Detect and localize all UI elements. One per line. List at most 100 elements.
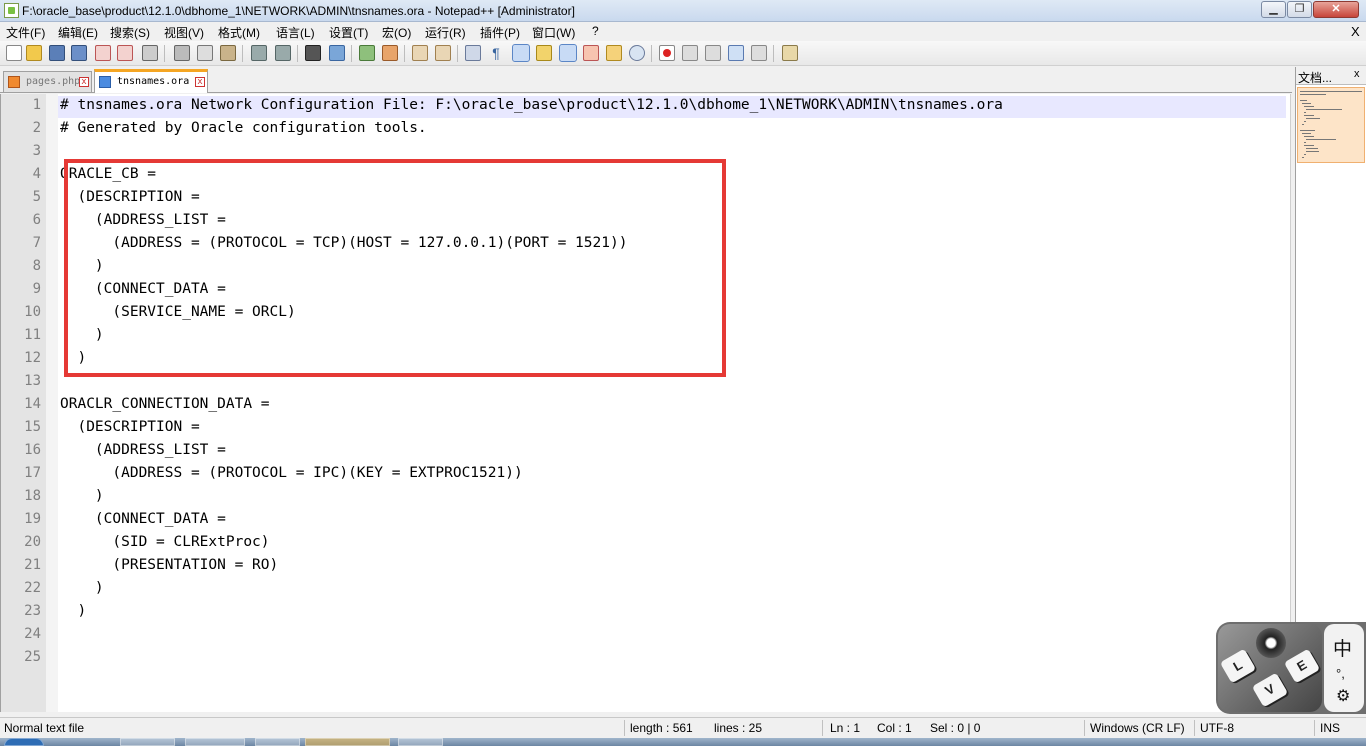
code-line[interactable]: ) (60, 580, 104, 596)
zoom-in-icon[interactable] (359, 45, 375, 61)
run-icon[interactable] (782, 45, 798, 61)
stop-record-icon[interactable] (682, 45, 698, 61)
record-macro-icon[interactable] (659, 45, 675, 61)
ime-toolbar[interactable]: L O V E 中 °, ⚙ (1216, 622, 1366, 714)
run-macro-multiple-icon[interactable] (728, 45, 744, 61)
code-line[interactable]: (SID = CLRExtProc) (60, 534, 269, 550)
taskbar-item[interactable] (398, 738, 443, 746)
new-file-icon[interactable] (6, 45, 22, 61)
ime-language-toggle[interactable]: 中 (1333, 634, 1352, 661)
open-file-icon[interactable] (26, 45, 42, 61)
menu-plugins[interactable]: 插件(P) (480, 24, 520, 41)
code-line[interactable]: (CONNECT_DATA = (60, 511, 226, 527)
menu-run[interactable]: 运行(R) (425, 24, 466, 41)
paste-icon[interactable] (220, 45, 236, 61)
menu-edit[interactable]: 编辑(E) (58, 24, 98, 41)
document-map-close-button[interactable]: x (1354, 68, 1360, 80)
fold-margin[interactable] (46, 94, 58, 712)
code-line[interactable]: # Generated by Oracle configuration tool… (60, 120, 427, 136)
save-icon[interactable] (49, 45, 65, 61)
status-length: length : 561 (630, 721, 693, 735)
taskbar-item[interactable] (255, 738, 300, 746)
close-all-icon[interactable] (117, 45, 133, 61)
code-line[interactable]: (PRESENTATION = RO) (60, 557, 278, 573)
find-icon[interactable] (305, 45, 321, 61)
redo-icon[interactable] (275, 45, 291, 61)
user-defined-language-icon[interactable] (536, 45, 552, 61)
cut-icon[interactable] (174, 45, 190, 61)
code-line[interactable]: ) (60, 603, 86, 619)
tab-pages-php[interactable]: pages.php x (3, 71, 92, 92)
menu-file[interactable]: 文件(F) (6, 24, 45, 41)
ime-key: V (1251, 672, 1289, 708)
function-list-icon[interactable] (583, 45, 599, 61)
menu-format[interactable]: 格式(M) (218, 24, 260, 41)
folder-as-workspace-icon[interactable] (606, 45, 622, 61)
document-map-viewport[interactable] (1297, 87, 1365, 163)
ime-punctuation-toggle[interactable]: °, (1336, 666, 1345, 681)
word-wrap-icon[interactable] (465, 45, 481, 61)
menu-window[interactable]: 窗口(W) (532, 24, 575, 41)
taskbar-item[interactable] (305, 738, 390, 746)
zoom-out-icon[interactable] (382, 45, 398, 61)
indent-guide-icon[interactable] (512, 44, 530, 62)
monitoring-icon[interactable] (629, 45, 645, 61)
copy-icon[interactable] (197, 45, 213, 61)
ime-side-panel: 中 °, ⚙ (1324, 624, 1364, 712)
status-eol[interactable]: Windows (CR LF) (1090, 721, 1185, 735)
code-line[interactable]: (DESCRIPTION = (60, 419, 199, 435)
playback-macro-icon[interactable] (705, 45, 721, 61)
line-number: 13 (24, 373, 41, 389)
show-all-chars-icon[interactable]: ¶ (488, 45, 504, 61)
taskbar-item[interactable] (120, 738, 175, 746)
toolbar: ¶ (0, 41, 1366, 66)
status-lines: lines : 25 (714, 721, 763, 735)
line-number: 11 (24, 327, 41, 343)
status-insert-mode[interactable]: INS (1320, 721, 1340, 735)
sync-vertical-icon[interactable] (412, 45, 428, 61)
line-number: 12 (24, 350, 41, 366)
menu-search[interactable]: 搜索(S) (110, 24, 150, 41)
menu-help[interactable]: ? (592, 24, 599, 38)
maximize-button[interactable]: ❐ (1287, 1, 1312, 18)
windows-taskbar (0, 738, 1366, 746)
tab-close-icon[interactable]: x (195, 77, 205, 87)
start-button[interactable] (4, 738, 44, 746)
doc-map-icon[interactable] (559, 44, 577, 62)
status-bar: Normal text file length : 561 lines : 25… (0, 717, 1366, 737)
taskbar-item[interactable] (185, 738, 245, 746)
code-line[interactable]: (ADDRESS = (PROTOCOL = IPC)(KEY = EXTPRO… (60, 465, 522, 481)
menu-language[interactable]: 语言(L) (276, 24, 315, 41)
notepadpp-app-icon[interactable] (4, 3, 19, 18)
sync-horizontal-icon[interactable] (435, 45, 451, 61)
annotation-red-box (64, 159, 726, 377)
code-line[interactable]: # tnsnames.ora Network Configuration Fil… (60, 97, 1003, 113)
ime-skin-pad: L O V E (1218, 624, 1322, 712)
close-icon[interactable] (95, 45, 111, 61)
line-number: 16 (24, 442, 41, 458)
gear-icon[interactable]: ⚙ (1336, 686, 1350, 706)
line-number: 22 (24, 580, 41, 596)
line-number: 19 (24, 511, 41, 527)
code-line[interactable]: ORACLR_CONNECTION_DATA = (60, 396, 270, 412)
minimize-button[interactable]: ▁ (1261, 1, 1286, 18)
undo-icon[interactable] (251, 45, 267, 61)
tab-close-icon[interactable]: x (79, 77, 89, 87)
replace-icon[interactable] (329, 45, 345, 61)
menu-settings[interactable]: 设置(T) (329, 24, 368, 41)
tab-label: tnsnames.ora (117, 76, 190, 87)
file-saved-icon (99, 76, 111, 88)
tab-tnsnames-ora[interactable]: tnsnames.ora x (94, 69, 208, 93)
close-document-button[interactable]: X (1351, 24, 1360, 39)
menu-view[interactable]: 视图(V) (164, 24, 204, 41)
tab-bar: pages.php x tnsnames.ora x (0, 67, 1292, 93)
status-encoding[interactable]: UTF-8 (1200, 721, 1234, 735)
save-all-icon[interactable] (71, 45, 87, 61)
code-line[interactable]: (ADDRESS_LIST = (60, 442, 226, 458)
code-line[interactable]: ) (60, 488, 104, 504)
line-number: 6 (32, 212, 41, 228)
print-icon[interactable] (142, 45, 158, 61)
close-window-button[interactable]: ✕ (1313, 1, 1359, 18)
save-macro-icon[interactable] (751, 45, 767, 61)
menu-macro[interactable]: 宏(O) (382, 24, 411, 41)
